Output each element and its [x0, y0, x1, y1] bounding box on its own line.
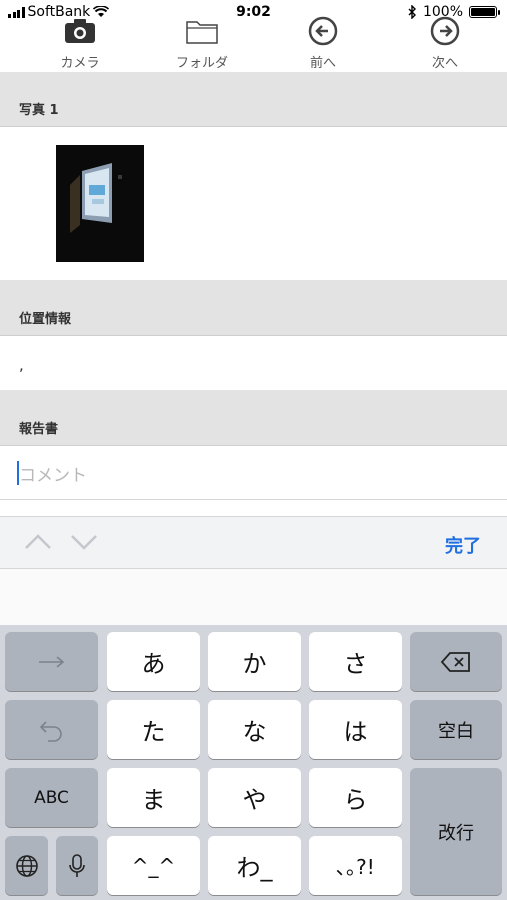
backspace-key[interactable]: [410, 632, 502, 691]
photo-thumbnail[interactable]: [56, 145, 144, 262]
globe-icon: [15, 854, 38, 877]
abc-key[interactable]: ABC: [5, 768, 98, 827]
arrow-left-circle-icon: [308, 16, 338, 46]
camera-label: カメラ: [60, 56, 100, 71]
folder-button[interactable]: フォルダ: [147, 14, 257, 71]
return-key[interactable]: 改行: [410, 768, 502, 895]
kana-key-ra[interactable]: ら: [309, 768, 402, 827]
folder-label: フォルダ: [175, 56, 228, 71]
arrow-right-icon: [38, 655, 64, 668]
next-label: 次へ: [431, 56, 458, 71]
kana-key-ka[interactable]: か: [208, 632, 301, 691]
location-section-body: ,: [0, 336, 507, 390]
keyboard-spacer: [0, 569, 507, 625]
keyboard-accessory-bar: 完了: [0, 516, 507, 569]
report-section-title: 報告書: [19, 422, 59, 437]
emoticon-key-label: ^_^: [131, 853, 176, 878]
space-key[interactable]: 空白: [410, 700, 502, 759]
prev-button[interactable]: 前へ: [268, 14, 378, 71]
kana-key-ya[interactable]: や: [208, 768, 301, 827]
toolbar: カメラ フォルダ 前へ 次へ: [0, 14, 507, 72]
japanese-keyboard: あ か さ た な は 空白 ABC ま や ら 改行 ^_^ わ_ ､｡?!: [0, 625, 507, 900]
location-section-header: 位置情報: [0, 280, 507, 336]
undo-icon: [39, 720, 62, 742]
kana-key-ta[interactable]: た: [107, 700, 200, 759]
done-button[interactable]: 完了: [445, 532, 481, 558]
backspace-icon: [440, 651, 470, 672]
undo-key[interactable]: [5, 700, 98, 759]
kana-key-wa[interactable]: わ_: [208, 836, 301, 895]
kana-key-na[interactable]: な: [208, 700, 301, 759]
folder-icon: [186, 21, 218, 44]
kana-key-ma[interactable]: ま: [107, 768, 200, 827]
location-value: ,: [19, 356, 24, 374]
next-button[interactable]: 次へ: [390, 14, 500, 71]
photo-section-title: 写真 1: [19, 103, 59, 118]
arrow-right-circle-icon: [430, 16, 460, 46]
comment-placeholder: コメント: [19, 466, 87, 486]
comment-field[interactable]: コメント: [0, 446, 507, 500]
microphone-icon: [69, 853, 85, 877]
location-section-title: 位置情報: [19, 312, 72, 327]
chevron-down-icon[interactable]: [70, 533, 98, 551]
punctuation-key-label: ､｡?!: [336, 855, 375, 879]
globe-key[interactable]: [5, 836, 48, 895]
kana-key-sa[interactable]: さ: [309, 632, 402, 691]
kana-key-emoticon[interactable]: ^_^: [107, 836, 200, 895]
punctuation-key[interactable]: ､｡?!: [309, 836, 402, 895]
chevron-up-icon[interactable]: [24, 533, 52, 551]
microphone-key[interactable]: [56, 836, 98, 895]
prev-label: 前へ: [309, 56, 336, 71]
camera-button[interactable]: カメラ: [25, 14, 135, 71]
space-key-label: 空白: [438, 720, 474, 742]
camera-icon: [65, 19, 95, 43]
kana-key-a[interactable]: あ: [107, 632, 200, 691]
photo-section-header: 写真 1: [0, 72, 507, 127]
kana-key-ha[interactable]: は: [309, 700, 402, 759]
return-key-label: 改行: [438, 822, 474, 844]
abc-key-label: ABC: [34, 787, 69, 808]
arrow-right-key[interactable]: [5, 632, 98, 691]
report-section-header: 報告書: [0, 390, 507, 446]
